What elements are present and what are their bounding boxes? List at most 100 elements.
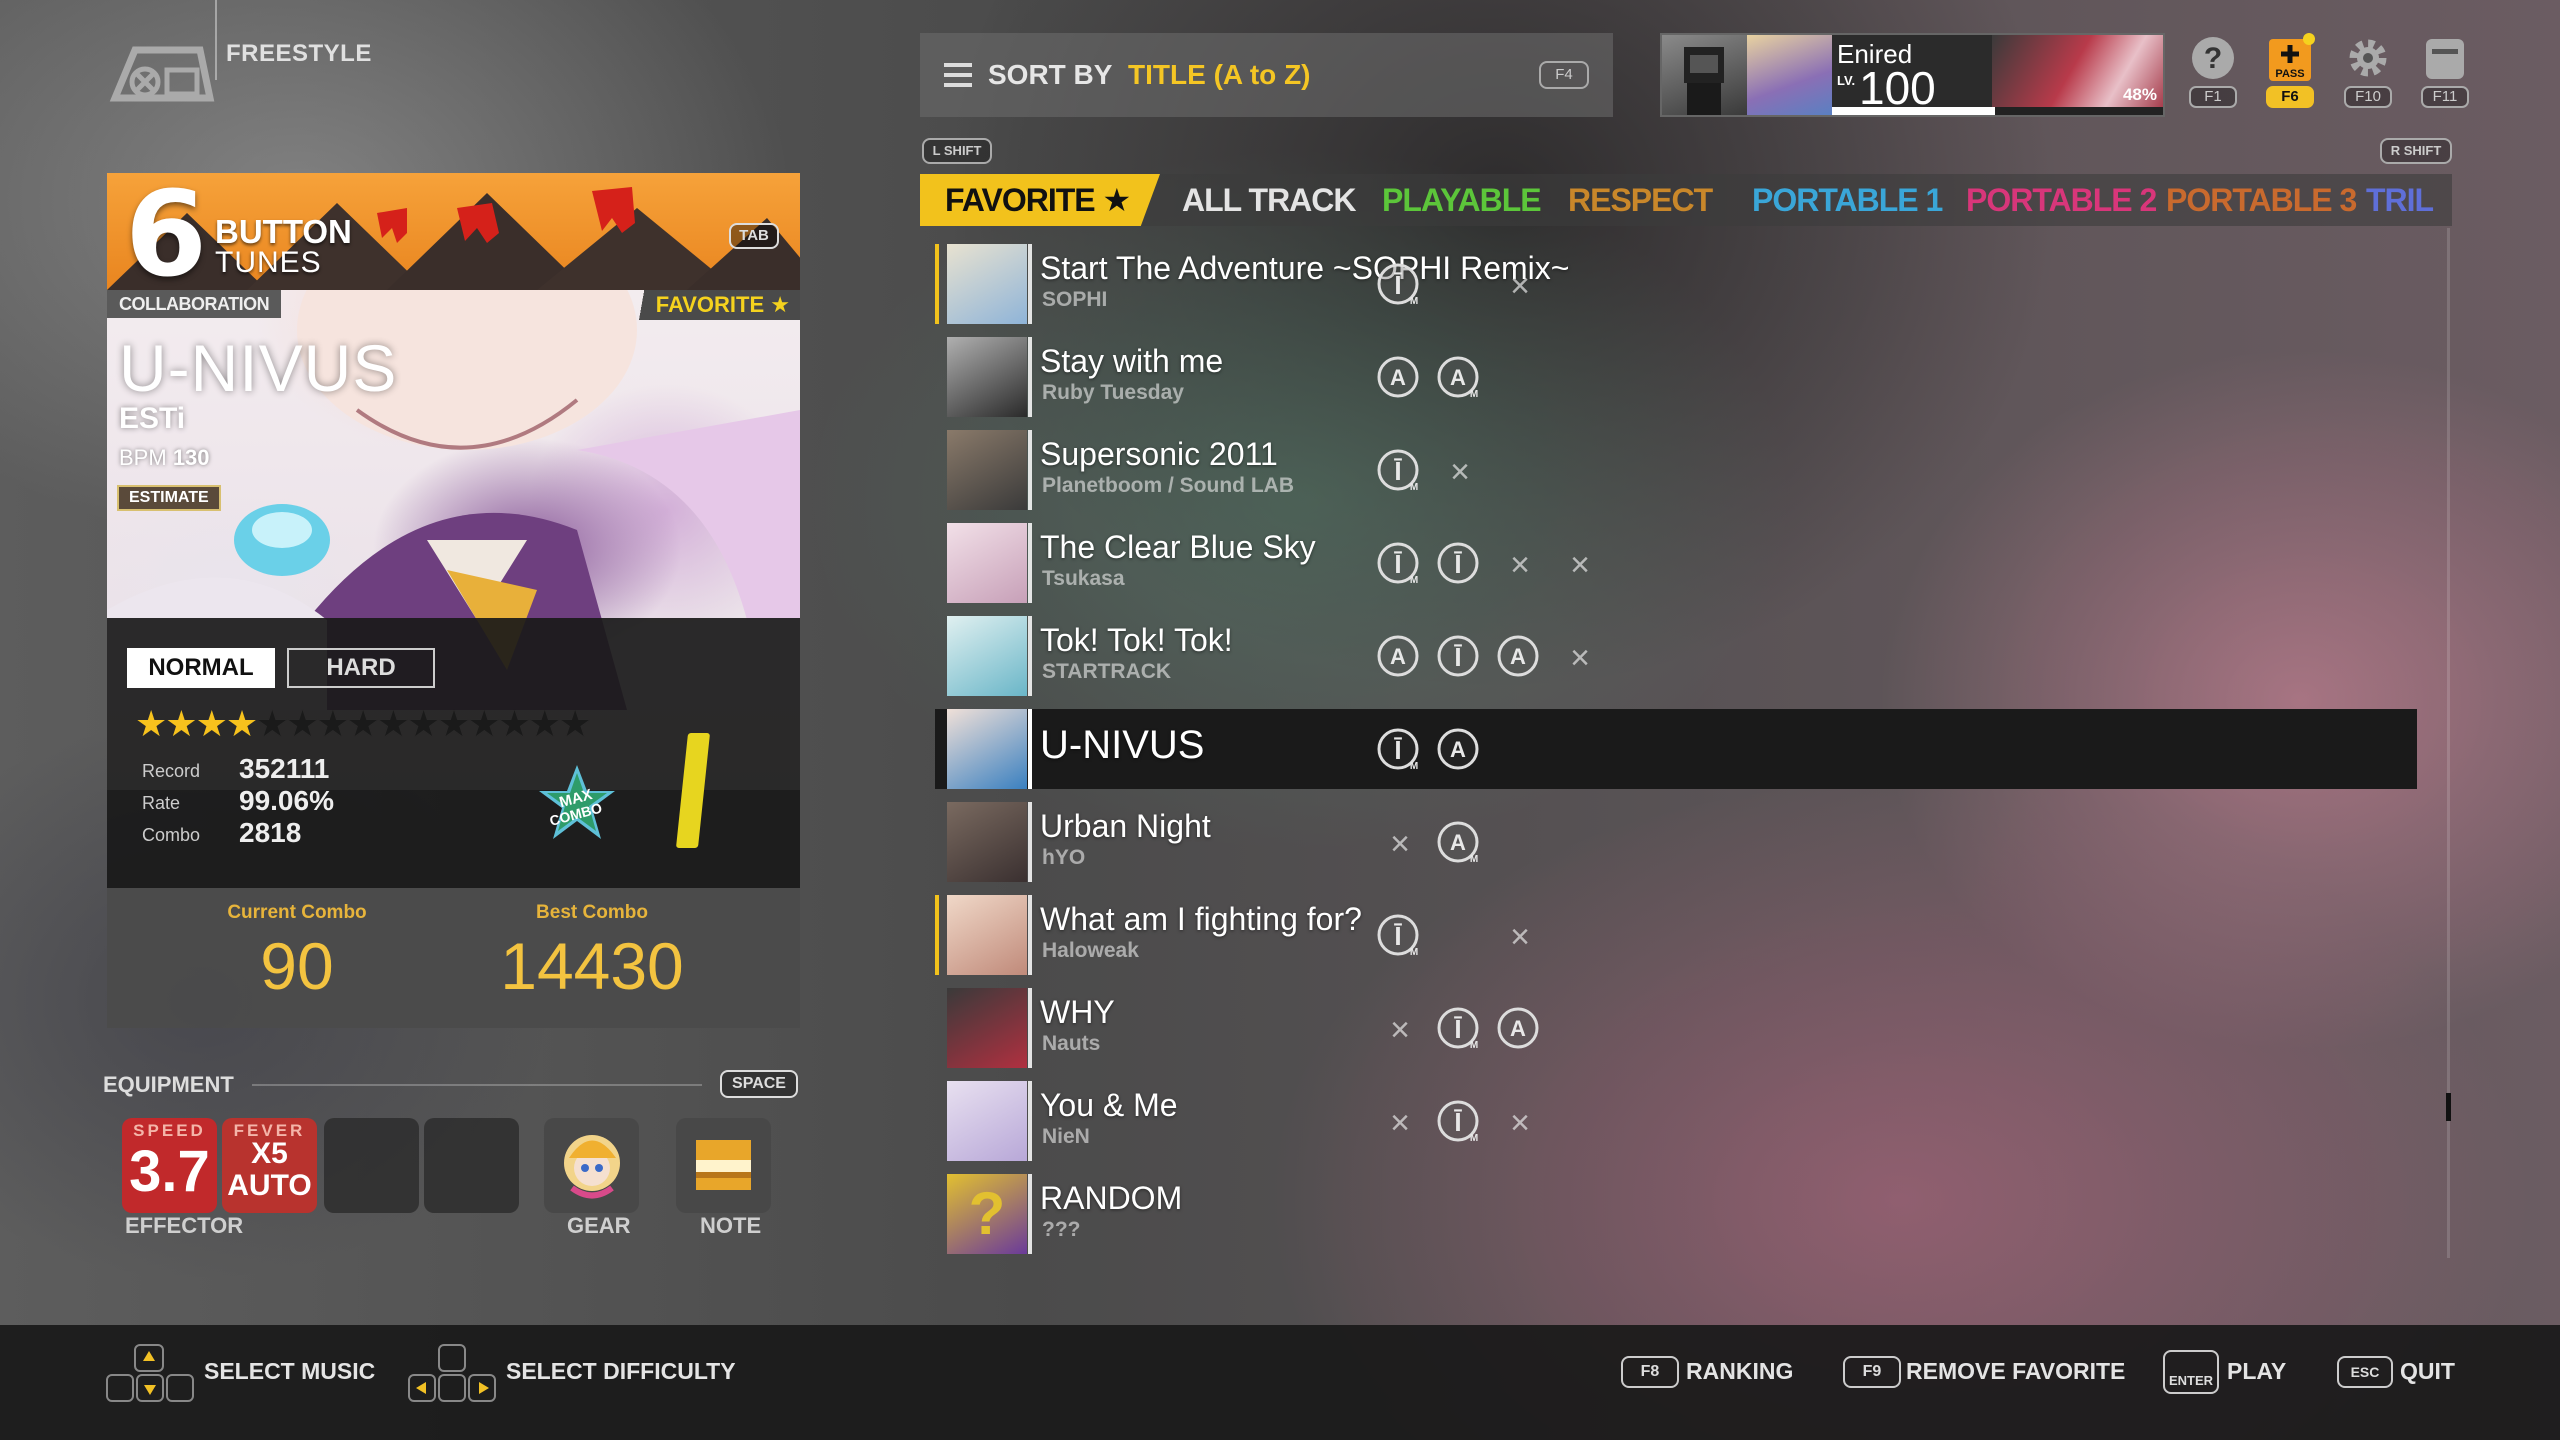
song-row[interactable]: What am I fighting for? Haloweak Ī M × bbox=[935, 895, 2417, 975]
category-tab-playable[interactable]: PLAYABLE bbox=[1382, 174, 1542, 226]
song-thumbnail bbox=[947, 709, 1027, 789]
thumbnail-divider bbox=[1028, 337, 1032, 417]
sort-selector[interactable]: SORT BY TITLE (A to Z) F4 bbox=[920, 33, 1613, 117]
song-title: You & Me bbox=[1040, 1087, 1178, 1123]
star-empty-icon: ★ bbox=[558, 703, 591, 744]
fever-effector-slot[interactable]: FEVER X5 AUTO bbox=[222, 1118, 317, 1213]
max-combo-badge-icon: ĪM bbox=[1377, 449, 1419, 493]
help-icon[interactable]: ? bbox=[2188, 33, 2238, 83]
max-combo-badge-icon: ĪM bbox=[1377, 263, 1419, 307]
song-row-selected[interactable]: U-NIVUS Ī M A bbox=[935, 709, 2417, 789]
max-combo-badge-icon: ĪM bbox=[1437, 1007, 1479, 1051]
category-tab-portable-2[interactable]: PORTABLE 2 bbox=[1966, 174, 2157, 226]
thumbnail-divider bbox=[1028, 1081, 1032, 1161]
quit-hint[interactable]: QUIT bbox=[2400, 1358, 2455, 1385]
svg-text:A: A bbox=[1390, 365, 1406, 390]
category-tab-respect[interactable]: RESPECT bbox=[1568, 174, 1713, 226]
note-slot[interactable] bbox=[676, 1118, 771, 1213]
all-combo-badge-icon: A bbox=[1497, 635, 1539, 677]
effector-caption: EFFECTOR bbox=[125, 1213, 244, 1238]
star-empty-icon: ★ bbox=[286, 703, 318, 744]
estimate-badge[interactable]: ESTIMATE bbox=[117, 485, 221, 511]
no-clear-icon: × bbox=[1390, 1104, 1410, 1142]
no-clear-icon: × bbox=[1510, 546, 1530, 584]
song-title: Supersonic 2011 bbox=[1040, 436, 1278, 472]
all-combo-badge-icon: A bbox=[1377, 635, 1419, 677]
no-clear-icon: × bbox=[1510, 1104, 1530, 1142]
player-profile[interactable]: Enired LV. 100 48% bbox=[1660, 33, 2165, 117]
song-row[interactable]: Stay with me Ruby Tuesday A A M bbox=[935, 337, 2417, 417]
best-combo-value: 14430 bbox=[500, 929, 684, 1003]
gear-slot[interactable] bbox=[544, 1118, 639, 1213]
star-empty-icon: ★ bbox=[528, 703, 561, 744]
scrollbar-thumb[interactable] bbox=[2446, 1093, 2451, 1121]
category-tab-tril[interactable]: TRIL bbox=[2366, 174, 2434, 226]
song-row[interactable]: You & Me NieN × Ī M × bbox=[935, 1081, 2417, 1161]
song-row[interactable]: WHY Nauts × Ī M A bbox=[935, 988, 2417, 1068]
song-row[interactable]: Urban Night hYO × A M bbox=[935, 802, 2417, 882]
f9-key: F9 bbox=[1843, 1356, 1901, 1388]
thumbnail-divider bbox=[1028, 802, 1032, 882]
f4-key: F4 bbox=[1539, 61, 1589, 89]
category-tab-portable-1[interactable]: PORTABLE 1 bbox=[1752, 174, 1943, 226]
star-empty-icon: ★ bbox=[377, 703, 409, 744]
song-row[interactable]: The Clear Blue Sky Tsukasa Ī M Ī × × bbox=[935, 523, 2417, 603]
speed-effector-slot[interactable]: SPEED 3.7 bbox=[122, 1118, 217, 1213]
settings-gear-icon[interactable] bbox=[2343, 33, 2393, 83]
category-tab-portable-3[interactable]: PORTABLE 3 bbox=[2166, 174, 2357, 226]
svg-text:Ī: Ī bbox=[1453, 642, 1462, 672]
button-mode-header[interactable]: 6 BUTTON TUNES TAB bbox=[107, 173, 800, 290]
song-title: The Clear Blue Sky bbox=[1040, 529, 1316, 565]
song-row[interactable]: Supersonic 2011 Planetboom / Sound LAB Ī M × bbox=[935, 430, 2417, 510]
tab-key: TAB bbox=[729, 223, 779, 249]
song-artist: SOPHI bbox=[1042, 288, 1108, 311]
difficulty-tab-hard[interactable]: HARD bbox=[287, 648, 435, 688]
song-row[interactable]: Start The Adventure ~SOPHI Remix~ SOPHI Ī M… bbox=[935, 244, 2417, 324]
star-filled-icon: ★ bbox=[195, 703, 228, 744]
category-tabs: FAVORITE ★ ALL TRACK PLAYABLE RESPECT PORTAB… bbox=[920, 174, 2452, 226]
song-row[interactable]: ? RANDOM??? bbox=[935, 1174, 2417, 1254]
thumbnail-divider bbox=[1028, 988, 1032, 1068]
category-tab-favorite[interactable]: FAVORITE ★ bbox=[920, 174, 1160, 226]
current-combo-value: 90 bbox=[260, 929, 334, 1003]
song-artist: Haloweak bbox=[1042, 939, 1139, 962]
right-shift-key: R SHIFT bbox=[2380, 138, 2452, 164]
thumbnail-divider bbox=[1028, 523, 1032, 603]
bpm-value: 130 bbox=[172, 445, 210, 470]
pass-icon[interactable]: PASS bbox=[2265, 33, 2315, 83]
f6-key: F6 bbox=[2266, 86, 2314, 108]
record-value: 352111 bbox=[239, 753, 330, 784]
song-thumbnail bbox=[947, 802, 1027, 882]
mode-label: FREESTYLE bbox=[226, 40, 372, 67]
favorite-accent-bar bbox=[935, 244, 939, 324]
song-row[interactable]: Tok! Tok! Tok! STARTRACK A Ī A × bbox=[935, 616, 2417, 696]
effector-slot-empty-2[interactable] bbox=[424, 1118, 519, 1213]
category-tab-all-track[interactable]: ALL TRACK bbox=[1182, 174, 1356, 226]
enter-key: ENTER bbox=[2163, 1350, 2219, 1394]
exit-door-icon[interactable] bbox=[2420, 33, 2470, 83]
song-artist: hYO bbox=[1042, 846, 1086, 869]
song-thumbnail bbox=[947, 430, 1027, 510]
difficulty-tab-normal[interactable]: NORMAL bbox=[127, 648, 275, 688]
song-artist: Nauts bbox=[1042, 1032, 1101, 1055]
no-clear-icon: × bbox=[1510, 267, 1530, 305]
svg-text:A: A bbox=[1510, 644, 1526, 669]
ranking-hint[interactable]: RANKING bbox=[1686, 1358, 1793, 1385]
play-hint[interactable]: PLAY bbox=[2227, 1358, 2286, 1385]
song-title: RANDOM bbox=[1040, 1180, 1183, 1216]
no-clear-icon: × bbox=[1390, 1011, 1410, 1049]
star-empty-icon: ★ bbox=[316, 703, 349, 744]
profile-character bbox=[1747, 35, 1832, 115]
star-empty-icon: ★ bbox=[407, 703, 440, 744]
effector-slot-empty-1[interactable] bbox=[324, 1118, 419, 1213]
song-artist: NieN bbox=[1042, 1125, 1090, 1148]
remove-favorite-hint[interactable]: REMOVE FAVORITE bbox=[1906, 1358, 2125, 1385]
bpm-line: BPM 130 bbox=[119, 445, 210, 471]
combo-label: Combo bbox=[142, 825, 201, 845]
fever-gauge bbox=[675, 733, 711, 848]
button-count: 6 bbox=[125, 173, 208, 290]
no-clear-icon: × bbox=[1570, 546, 1590, 584]
song-artist: Planetboom / Sound LAB bbox=[1042, 474, 1294, 497]
no-clear-icon: × bbox=[1450, 453, 1470, 491]
star-empty-icon: ★ bbox=[498, 703, 530, 744]
